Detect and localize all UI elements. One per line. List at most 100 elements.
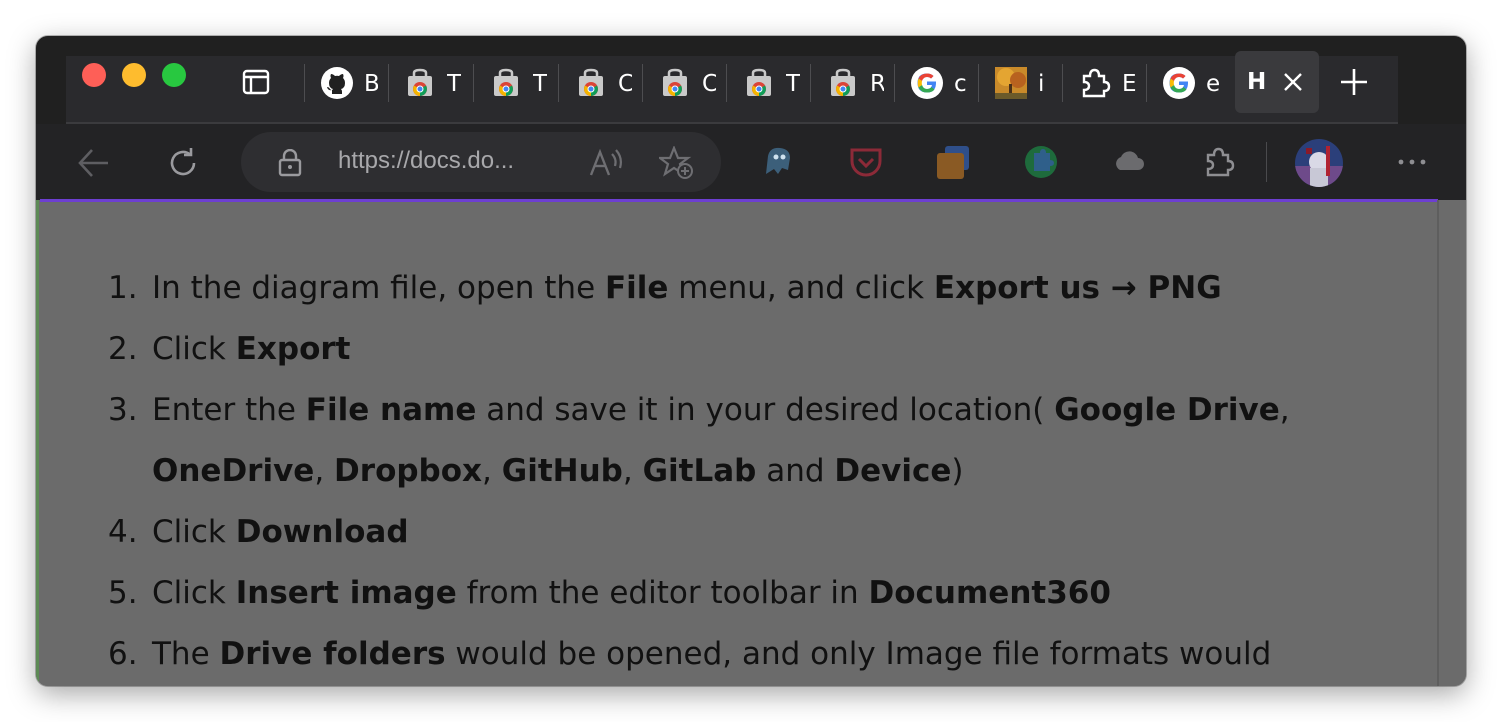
tab-title: C (618, 71, 632, 97)
new-tab-icon[interactable] (1338, 66, 1370, 98)
extensions-icon[interactable] (1201, 144, 1237, 180)
tab-separator (978, 64, 979, 102)
bold-term: Drive folders (219, 636, 446, 672)
steps-list: 1. In the diagram file, open the File men… (108, 258, 1388, 685)
browser-toolbar: https://docs.do... (36, 124, 1466, 200)
read-aloud-icon[interactable] (589, 148, 623, 178)
tab[interactable]: e (1150, 60, 1230, 108)
tab-separator (1062, 64, 1063, 102)
pocket-icon[interactable] (848, 144, 884, 180)
step-text: would be opened, and only Image file for… (445, 636, 1272, 672)
list-item: 4. Click Download (108, 502, 1388, 563)
bold-term: GitLab (642, 453, 757, 489)
close-window-button[interactable] (82, 63, 106, 87)
ghost-extension-icon[interactable] (760, 144, 796, 180)
profile-avatar-icon[interactable] (1294, 138, 1344, 188)
address-url[interactable]: https://docs.do... (338, 147, 514, 175)
tab-separator (558, 64, 559, 102)
tab[interactable]: T (391, 60, 471, 108)
list-number: 5. (108, 575, 138, 611)
list-number: 4. (108, 514, 138, 550)
step-text: Click (152, 331, 236, 367)
tab[interactable]: c (898, 60, 978, 108)
stacked-cards-icon[interactable] (934, 143, 972, 181)
step-text: ) (951, 453, 964, 489)
tab-separator (1146, 64, 1147, 102)
step-text: menu, and click (668, 270, 934, 306)
chrome-store-icon (408, 68, 432, 96)
address-bar[interactable]: https://docs.do... (241, 132, 721, 192)
chrome-store-icon (494, 68, 518, 96)
close-tab-icon[interactable] (1279, 68, 1307, 96)
tab[interactable]: T (477, 60, 557, 108)
window-left-edge (36, 200, 39, 686)
bold-term: Insert image (235, 575, 457, 611)
toolbar-divider (1266, 142, 1267, 182)
add-favorite-icon[interactable] (659, 146, 695, 180)
tab-separator (473, 64, 474, 102)
step-text: , (1279, 392, 1290, 428)
bold-term: File name (305, 392, 477, 428)
puzzle-icon (1082, 68, 1111, 98)
tab-title: e (1206, 71, 1220, 97)
tab-actions-menu-icon[interactable] (242, 68, 270, 96)
bold-term: Export us → PNG (933, 270, 1222, 306)
tab-title: R (870, 71, 884, 97)
step-text: Click (152, 514, 236, 550)
tab-separator (642, 64, 643, 102)
minimize-window-button[interactable] (122, 63, 146, 87)
tab-title: B (364, 71, 378, 97)
tab-title: H (1247, 69, 1265, 95)
list-number: 6. (108, 636, 138, 672)
bold-term: OneDrive (152, 453, 315, 489)
list-item: 6. The Drive folders would be opened, and… (108, 624, 1388, 685)
scrollbar-track[interactable] (1437, 200, 1439, 686)
tab-title: T (533, 71, 547, 97)
page-load-accent-line (40, 199, 1438, 202)
bold-term: GitHub (501, 453, 623, 489)
tab[interactable]: B (308, 60, 388, 108)
step-text: , (482, 453, 502, 489)
bold-term: File (605, 270, 669, 306)
tab[interactable]: C (646, 60, 726, 108)
back-icon[interactable] (76, 145, 112, 181)
list-number: 2. (108, 331, 138, 367)
tab[interactable]: C (562, 60, 642, 108)
refresh-icon[interactable] (165, 145, 201, 181)
tab-active[interactable]: H (1235, 51, 1319, 113)
tab-title: T (447, 71, 461, 97)
tab[interactable]: E (1066, 60, 1146, 108)
maximize-window-button[interactable] (162, 63, 186, 87)
step-text: from the editor toolbar in (456, 575, 869, 611)
tab[interactable]: T (730, 60, 810, 108)
puzzle-extension-icon[interactable] (1022, 143, 1060, 181)
step-text: , (622, 453, 643, 489)
list-number: 3. (108, 392, 138, 428)
lock-icon[interactable] (277, 149, 303, 177)
bold-term: Download (235, 514, 409, 550)
step-text: Enter the (152, 392, 306, 428)
bold-term: Document360 (868, 575, 1111, 611)
bold-term: Export (235, 331, 351, 367)
google-icon (1163, 67, 1195, 99)
step-text: and (756, 453, 835, 489)
list-number: 1. (108, 270, 138, 306)
step-text: In the diagram file, open the (152, 270, 605, 306)
tab[interactable]: R (814, 60, 894, 108)
bold-term: Dropbox (334, 453, 483, 489)
tab-separator (894, 64, 895, 102)
tab-separator (810, 64, 811, 102)
tab-separator (304, 64, 305, 102)
tab[interactable]: i (982, 60, 1062, 108)
tab-title: E (1122, 71, 1136, 97)
chrome-store-icon (747, 68, 771, 96)
github-icon (321, 67, 353, 99)
cloud-icon[interactable] (1112, 146, 1146, 176)
browser-window: BTTCCTRciEe H https://docs.do... 1. In t… (36, 36, 1466, 686)
list-item: 5. Click Insert image from the editor too… (108, 563, 1388, 624)
bold-term: Google Drive (1054, 392, 1280, 428)
page-content: WYSIWYG editor 1.In the diagram file, op… (36, 200, 1466, 686)
more-menu-icon[interactable] (1397, 156, 1427, 168)
tab-separator (388, 64, 389, 102)
list-item: 2. Click Export (108, 319, 1388, 380)
